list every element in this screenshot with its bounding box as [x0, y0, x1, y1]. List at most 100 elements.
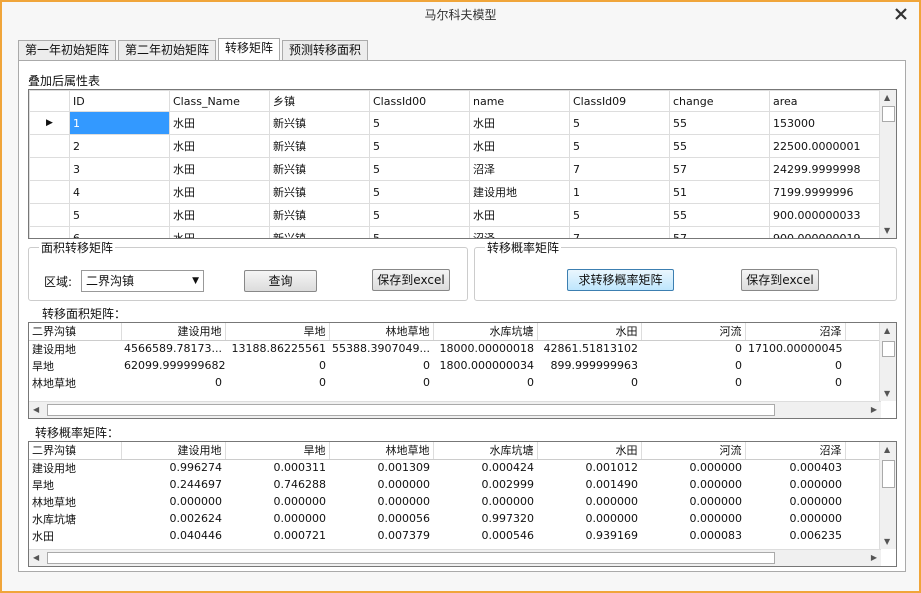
scroll-down-icon[interactable]: ▼	[884, 226, 890, 235]
table-cell[interactable]: 0	[225, 374, 329, 391]
table-cell[interactable]: 0.000721	[225, 527, 329, 544]
table-cell[interactable]: 55	[669, 134, 770, 158]
area-hscroll[interactable]: ◀ ▶	[29, 401, 881, 418]
table-cell[interactable]: 0.939169	[537, 527, 641, 544]
table-cell[interactable]: 0.000000	[745, 493, 845, 510]
table-cell[interactable]: 新兴镇	[269, 180, 370, 204]
scroll-thumb[interactable]	[47, 404, 775, 416]
table-cell[interactable]: 0.000000	[641, 510, 745, 527]
table-row[interactable]: 2 水田 新兴镇 5 水田 5 55 22500.0000001	[29, 134, 881, 158]
table-cell[interactable]: 153000	[769, 111, 881, 135]
table-cell[interactable]: 0.001309	[329, 459, 433, 476]
table-cell[interactable]: 18000.00000018	[433, 340, 537, 357]
table-cell[interactable]: 0.001012	[537, 459, 641, 476]
table-cell[interactable]: 1800.000000034	[433, 357, 537, 374]
table-cell[interactable]: 1	[569, 180, 670, 204]
table-cell[interactable]: 0	[225, 357, 329, 374]
column-header[interactable]: area	[769, 90, 881, 112]
table-cell[interactable]: 沼泽	[469, 226, 570, 238]
table-row[interactable]: 3 水田 新兴镇 5 沼泽 7 57 24299.9999998	[29, 157, 881, 181]
table-cell[interactable]: 51	[669, 180, 770, 204]
table-cell[interactable]: 林地草地	[29, 374, 121, 391]
scroll-left-icon[interactable]: ◀	[33, 553, 39, 562]
table-cell[interactable]: 0	[641, 374, 745, 391]
table-row[interactable]: ▶ 1 水田 新兴镇 5 水田 5 55 153000	[29, 111, 881, 135]
table-cell[interactable]: 0	[745, 374, 845, 391]
table-cell[interactable]: 沼泽	[469, 157, 570, 181]
table-row[interactable]: 水田 0.040446 0.000721 0.007379 0.000546 0.9391…	[29, 527, 881, 544]
table-cell[interactable]: 0	[329, 357, 433, 374]
table-cell[interactable]: 7199.9999996	[769, 180, 881, 204]
table-cell[interactable]: 水田	[169, 180, 270, 204]
table-cell[interactable]: 0	[329, 374, 433, 391]
scroll-down-icon[interactable]: ▼	[884, 537, 890, 546]
row-header[interactable]	[29, 226, 70, 238]
table-cell[interactable]: 57	[669, 226, 770, 238]
table-cell[interactable]: 建设用地	[29, 459, 121, 476]
table-cell[interactable]: 0.000424	[433, 459, 537, 476]
table-cell[interactable]: 13188.86225561	[225, 340, 329, 357]
table-row[interactable]: 6 水田 新兴镇 5 沼泽 7 57 900.000000019	[29, 226, 881, 238]
table-cell[interactable]: 新兴镇	[269, 203, 370, 227]
table-row[interactable]: 林地草地 0 0 0 0 0 0 0	[29, 374, 881, 391]
table-cell[interactable]: 0	[537, 374, 641, 391]
table-cell[interactable]: 0	[745, 357, 845, 374]
table-cell[interactable]: 水田	[29, 527, 121, 544]
table-cell[interactable]: 0.007379	[329, 527, 433, 544]
table-cell[interactable]: 5	[369, 226, 470, 238]
table-cell[interactable]: 0.000000	[225, 493, 329, 510]
table-cell[interactable]: 0.000000	[329, 476, 433, 493]
table-cell[interactable]: 1	[69, 111, 170, 135]
column-header[interactable]: ClassId09	[569, 90, 670, 112]
table-cell[interactable]: 水田	[469, 134, 570, 158]
table-cell[interactable]: 24299.9999998	[769, 157, 881, 181]
column-header[interactable]: ClassId00	[369, 90, 470, 112]
table-cell[interactable]: 0.000000	[745, 476, 845, 493]
area-matrix-grid[interactable]: 二界沟镇 建设用地 旱地 林地草地 水库坑塘 水田 河流 沼泽 建设用地 4566589.781…	[28, 322, 897, 419]
column-header[interactable]: 乡镇	[269, 90, 370, 112]
table-cell[interactable]: 0.000056	[329, 510, 433, 527]
table-cell[interactable]: 0	[641, 357, 745, 374]
scroll-left-icon[interactable]: ◀	[33, 405, 39, 414]
table-cell[interactable]: 水田	[169, 157, 270, 181]
scroll-up-icon[interactable]: ▲	[884, 93, 890, 102]
table-row[interactable]: 林地草地 0.000000 0.000000 0.000000 0.000000 0.00…	[29, 493, 881, 510]
table-cell[interactable]: 水田	[169, 226, 270, 238]
save-area-excel-button[interactable]: 保存到excel	[372, 269, 450, 291]
table-cell[interactable]: 0.000000	[537, 493, 641, 510]
table-cell[interactable]: 17100.00000045	[745, 340, 845, 357]
table-cell[interactable]: 0.000000	[225, 510, 329, 527]
table-cell[interactable]: 旱地	[29, 476, 121, 493]
table-cell[interactable]: 0.000403	[745, 459, 845, 476]
table-cell[interactable]: 水库坑塘	[29, 510, 121, 527]
table-cell[interactable]: 0.000000	[121, 493, 225, 510]
table-cell[interactable]: 建设用地	[29, 340, 121, 357]
tab-first-year[interactable]: 第一年初始矩阵	[18, 40, 117, 60]
table-cell[interactable]: 0.002999	[433, 476, 537, 493]
table-cell[interactable]: 0.000083	[641, 527, 745, 544]
table-cell[interactable]: 0	[121, 374, 225, 391]
tab-transfer-matrix[interactable]: 转移矩阵	[218, 38, 281, 60]
table-cell[interactable]: 57	[669, 157, 770, 181]
table-cell[interactable]: 0	[433, 374, 537, 391]
table-cell[interactable]: 建设用地	[469, 180, 570, 204]
table-cell[interactable]: 5	[369, 180, 470, 204]
table-cell[interactable]: 0.244697	[121, 476, 225, 493]
table-cell[interactable]: 新兴镇	[269, 111, 370, 135]
row-header[interactable]	[29, 180, 70, 204]
region-select[interactable]: 二界沟镇 ▼	[81, 270, 204, 292]
table-cell[interactable]: 新兴镇	[269, 226, 370, 238]
row-header[interactable]	[29, 157, 70, 181]
column-header[interactable]: name	[469, 90, 570, 112]
table-cell[interactable]: 0.000000	[433, 493, 537, 510]
attr-grid[interactable]: ID Class_Name 乡镇 ClassId00 name ClassId09 chan…	[28, 89, 897, 239]
table-cell[interactable]: 水田	[469, 203, 570, 227]
tab-predict-area[interactable]: 预测转移面积	[282, 40, 369, 60]
table-row[interactable]: 建设用地 0.996274 0.000311 0.001309 0.000424 0.00…	[29, 459, 881, 476]
table-row[interactable]: 水库坑塘 0.002624 0.000000 0.000056 0.997320 0.00…	[29, 510, 881, 527]
scroll-up-icon[interactable]: ▲	[884, 445, 890, 454]
table-cell[interactable]: 900.000000033	[769, 203, 881, 227]
compute-prob-button[interactable]: 求转移概率矩阵	[567, 269, 674, 291]
save-prob-excel-button[interactable]: 保存到excel	[741, 269, 819, 291]
table-cell[interactable]: 0.000311	[225, 459, 329, 476]
